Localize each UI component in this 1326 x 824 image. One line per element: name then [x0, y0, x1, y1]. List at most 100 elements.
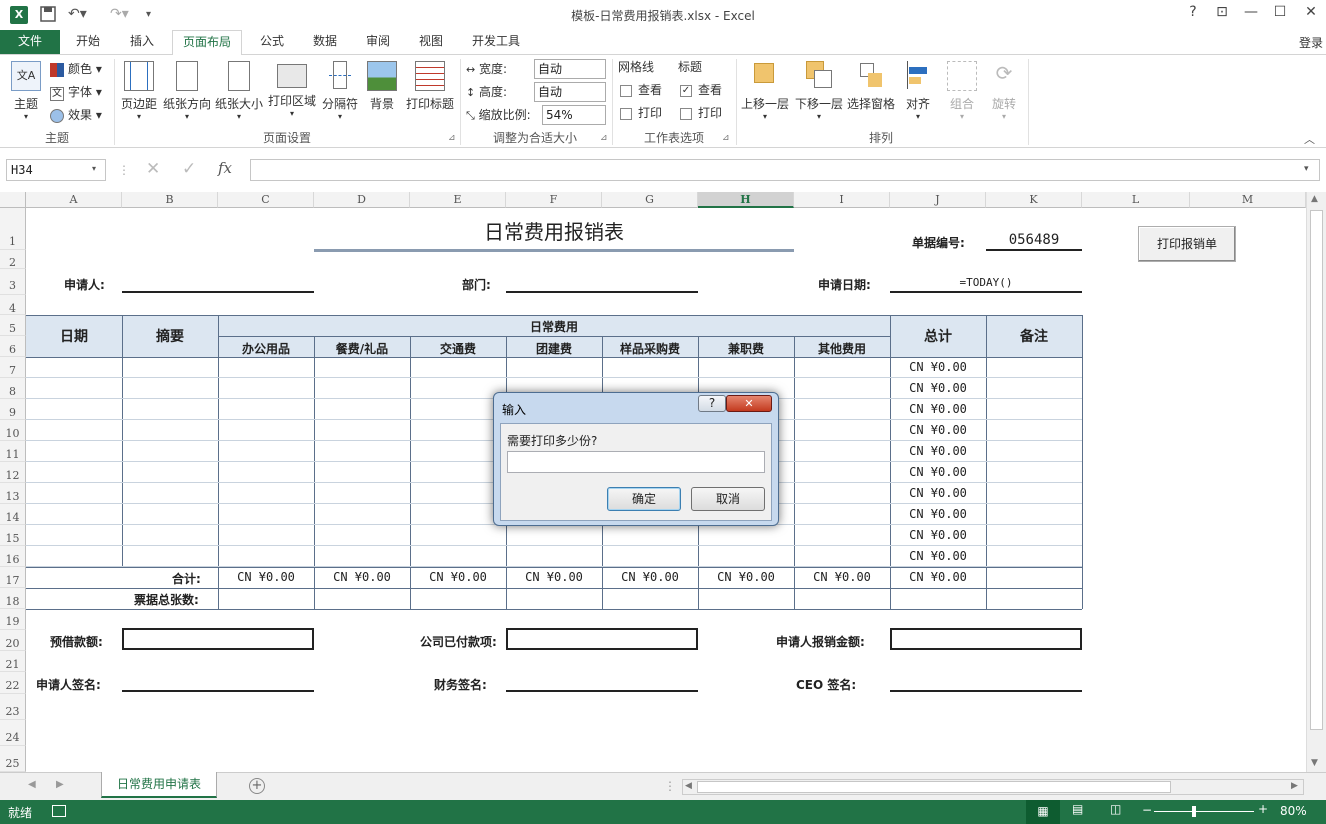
- close-icon[interactable]: ✕: [1298, 4, 1324, 20]
- name-box-dropdown-icon[interactable]: ▾: [92, 164, 96, 173]
- insert-function-icon[interactable]: fx: [218, 159, 232, 177]
- hscroll-left-icon[interactable]: ◀: [685, 781, 692, 791]
- themes-button[interactable]: 文A 主题 ▾: [8, 61, 44, 121]
- width-select[interactable]: 自动: [534, 59, 606, 79]
- row-header-2[interactable]: 2: [0, 250, 26, 269]
- doc-no-value[interactable]: 056489: [986, 232, 1082, 248]
- row-header-1[interactable]: 1: [0, 208, 26, 250]
- reimburse-total-box[interactable]: [890, 628, 1082, 650]
- theme-fonts-button[interactable]: 文字体 ▾: [50, 82, 102, 102]
- sheet-tab-active[interactable]: 日常费用申请表: [101, 772, 217, 798]
- macro-record-icon[interactable]: [52, 805, 66, 817]
- tab-formulas[interactable]: 公式: [252, 30, 292, 54]
- name-box[interactable]: H34: [6, 159, 106, 181]
- tab-insert[interactable]: 插入: [122, 30, 162, 54]
- tab-page-layout[interactable]: 页面布局: [172, 30, 242, 55]
- total-cell-row-13[interactable]: CN ¥0.00: [890, 486, 986, 500]
- dialog-help-button[interactable]: ?: [698, 395, 726, 412]
- help-button[interactable]: ?: [1180, 4, 1206, 20]
- row-header-11[interactable]: 11: [0, 441, 26, 462]
- column-header-e[interactable]: E: [410, 192, 506, 208]
- tab-review[interactable]: 审阅: [358, 30, 398, 54]
- total-cell-row-9[interactable]: CN ¥0.00: [890, 402, 986, 416]
- column-header-j[interactable]: J: [890, 192, 986, 208]
- column-header-d[interactable]: D: [314, 192, 410, 208]
- orientation-button[interactable]: 纸张方向 ▾: [162, 61, 212, 121]
- zoom-slider-thumb[interactable]: [1192, 806, 1196, 817]
- tab-developer[interactable]: 开发工具: [462, 30, 530, 54]
- prev-sheet-icon[interactable]: ◀: [28, 779, 36, 790]
- row-header-14[interactable]: 14: [0, 504, 26, 525]
- enter-icon[interactable]: ✓: [182, 159, 196, 179]
- zoom-slider[interactable]: [1154, 811, 1254, 812]
- total-cell-row-8[interactable]: CN ¥0.00: [890, 381, 986, 395]
- send-backward-button[interactable]: 下移一层 ▾: [794, 61, 844, 121]
- zoom-in-icon[interactable]: +: [1258, 802, 1268, 816]
- subtotal-parttime[interactable]: CN ¥0.00: [698, 570, 794, 584]
- row-header-17[interactable]: 17: [0, 567, 26, 588]
- row-header-4[interactable]: 4: [0, 295, 26, 315]
- row-header-19[interactable]: 19: [0, 609, 26, 630]
- normal-view-icon[interactable]: ▦: [1026, 800, 1060, 824]
- scale-launcher-icon[interactable]: ⊿: [600, 133, 608, 143]
- row-header-12[interactable]: 12: [0, 462, 26, 483]
- row-header-13[interactable]: 13: [0, 483, 26, 504]
- advance-box[interactable]: [122, 628, 314, 650]
- subtotal-transport[interactable]: CN ¥0.00: [410, 570, 506, 584]
- copies-input[interactable]: [507, 451, 765, 473]
- breaks-button[interactable]: 分隔符 ▾: [320, 61, 360, 121]
- dialog-close-button[interactable]: ✕: [726, 395, 772, 412]
- tab-home[interactable]: 开始: [68, 30, 108, 54]
- column-header-m[interactable]: M: [1190, 192, 1306, 208]
- row-header-5[interactable]: 5: [0, 315, 26, 336]
- total-cell-row-14[interactable]: CN ¥0.00: [890, 507, 986, 521]
- height-select[interactable]: 自动: [534, 82, 606, 102]
- headings-view-checkbox[interactable]: ✓ 查看: [680, 80, 722, 100]
- row-header-23[interactable]: 23: [0, 694, 26, 720]
- row-header-16[interactable]: 16: [0, 546, 26, 567]
- horizontal-scrollbar[interactable]: ◀ ▶: [682, 779, 1304, 795]
- total-cell-row-11[interactable]: CN ¥0.00: [890, 444, 986, 458]
- next-sheet-icon[interactable]: ▶: [56, 779, 64, 790]
- row-header-10[interactable]: 10: [0, 420, 26, 441]
- ribbon-display-icon[interactable]: ⊡: [1209, 4, 1235, 20]
- row-header-20[interactable]: 20: [0, 630, 26, 651]
- cancel-icon[interactable]: ✕: [146, 159, 160, 179]
- minimize-icon[interactable]: —: [1238, 4, 1264, 20]
- row-header-22[interactable]: 22: [0, 672, 26, 694]
- total-cell-row-7[interactable]: CN ¥0.00: [890, 360, 986, 374]
- subtotal-total[interactable]: CN ¥0.00: [890, 570, 986, 584]
- cancel-button[interactable]: 取消: [691, 487, 765, 511]
- column-header-c[interactable]: C: [218, 192, 314, 208]
- formula-input[interactable]: [250, 159, 1320, 181]
- theme-colors-button[interactable]: 颜色 ▾: [50, 59, 102, 79]
- subtotal-team[interactable]: CN ¥0.00: [506, 570, 602, 584]
- column-header-g[interactable]: G: [602, 192, 698, 208]
- date-formula[interactable]: =TODAY(): [890, 276, 1082, 289]
- column-header-b[interactable]: B: [122, 192, 218, 208]
- row-header-18[interactable]: 18: [0, 588, 26, 609]
- subtotal-other[interactable]: CN ¥0.00: [794, 570, 890, 584]
- hscroll-thumb[interactable]: [697, 781, 1171, 793]
- selection-pane-button[interactable]: 选择窗格: [846, 61, 896, 112]
- maximize-icon[interactable]: ☐: [1267, 4, 1293, 20]
- row-header-21[interactable]: 21: [0, 651, 26, 672]
- background-button[interactable]: 背景: [364, 61, 400, 112]
- hscroll-right-icon[interactable]: ▶: [1291, 781, 1298, 791]
- total-cell-row-16[interactable]: CN ¥0.00: [890, 549, 986, 563]
- theme-effects-button[interactable]: 效果 ▾: [50, 105, 102, 125]
- column-header-k[interactable]: K: [986, 192, 1082, 208]
- zoom-out-icon[interactable]: −: [1142, 803, 1152, 817]
- tab-data[interactable]: 数据: [305, 30, 345, 54]
- column-header-h[interactable]: H: [698, 192, 794, 208]
- row-header-8[interactable]: 8: [0, 378, 26, 399]
- row-header-25[interactable]: 25: [0, 746, 26, 772]
- print-form-button[interactable]: 打印报销单: [1138, 226, 1236, 262]
- column-header-f[interactable]: F: [506, 192, 602, 208]
- gridlines-view-checkbox[interactable]: 查看: [620, 80, 662, 100]
- total-cell-row-12[interactable]: CN ¥0.00: [890, 465, 986, 479]
- tab-file[interactable]: 文件: [0, 30, 60, 54]
- scale-stepper[interactable]: 54%: [542, 105, 606, 125]
- select-all-corner[interactable]: [0, 192, 26, 208]
- size-button[interactable]: 纸张大小 ▾: [214, 61, 264, 121]
